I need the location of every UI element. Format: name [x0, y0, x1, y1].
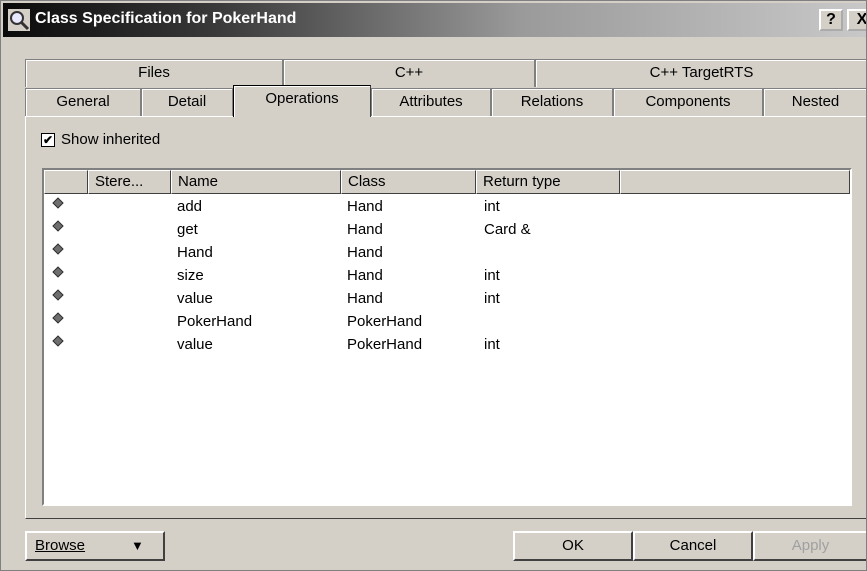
tab-nested[interactable]: Nested — [763, 88, 866, 116]
column-header-icon[interactable] — [44, 170, 88, 194]
list-rows: add Hand int get Hand Card & Hand Hand size Ha… — [44, 196, 850, 357]
title-bar[interactable]: Class Specification for PokerHand ? X — [3, 3, 866, 37]
table-row[interactable]: add Hand int — [44, 196, 850, 219]
tab-operations[interactable]: Operations — [233, 85, 371, 117]
browse-label: Browse — [35, 537, 86, 554]
tab-general[interactable]: General — [25, 88, 141, 116]
table-row[interactable]: PokerHand PokerHand — [44, 311, 850, 334]
close-button[interactable]: X — [847, 9, 866, 31]
column-header-return-type[interactable]: Return type — [476, 170, 620, 194]
table-row[interactable]: value Hand int — [44, 288, 850, 311]
tab-cpp[interactable]: C++ — [283, 59, 535, 87]
magnifier-icon — [8, 9, 30, 31]
show-inherited-label: Show inherited — [61, 131, 161, 148]
tab-components[interactable]: Components — [613, 88, 763, 116]
help-button[interactable]: ? — [819, 9, 843, 31]
operation-icon — [52, 197, 64, 209]
tab-attributes[interactable]: Attributes — [371, 88, 491, 116]
column-header-class[interactable]: Class — [341, 170, 476, 194]
tab-cpp-targetrts[interactable]: C++ TargetRTS — [535, 59, 866, 87]
operation-icon — [52, 243, 64, 255]
apply-button[interactable]: Apply — [753, 531, 866, 561]
operation-icon — [52, 266, 64, 278]
chevron-down-icon: ▼ — [131, 538, 144, 553]
show-inherited-option[interactable]: ✔ Show inherited — [41, 131, 160, 148]
operation-icon — [52, 289, 64, 301]
table-row[interactable]: Hand Hand — [44, 242, 850, 265]
list-header: Stere... Name Class Return type — [44, 170, 850, 194]
tab-relations[interactable]: Relations — [491, 88, 613, 116]
show-inherited-checkbox[interactable]: ✔ — [41, 132, 55, 147]
column-header-stereotype[interactable]: Stere... — [88, 170, 171, 194]
ok-button[interactable]: OK — [513, 531, 633, 561]
operation-icon — [52, 335, 64, 347]
class-specification-dialog: Class Specification for PokerHand ? X Fi… — [0, 0, 867, 571]
tab-detail[interactable]: Detail — [141, 88, 233, 116]
operation-icon — [52, 312, 64, 324]
operations-list[interactable]: Stere... Name Class Return type add Hand i… — [42, 168, 852, 506]
window-title: Class Specification for PokerHand — [35, 10, 297, 27]
operation-icon — [52, 220, 64, 232]
table-row[interactable]: size Hand int — [44, 265, 850, 288]
column-header-name[interactable]: Name — [171, 170, 341, 194]
table-row[interactable]: get Hand Card & — [44, 219, 850, 242]
tab-files[interactable]: Files — [25, 59, 283, 87]
cancel-button[interactable]: Cancel — [633, 531, 753, 561]
browse-button[interactable]: Browse ▼ — [25, 531, 165, 561]
column-header-blank[interactable] — [620, 170, 850, 194]
table-row[interactable]: value PokerHand int — [44, 334, 850, 357]
